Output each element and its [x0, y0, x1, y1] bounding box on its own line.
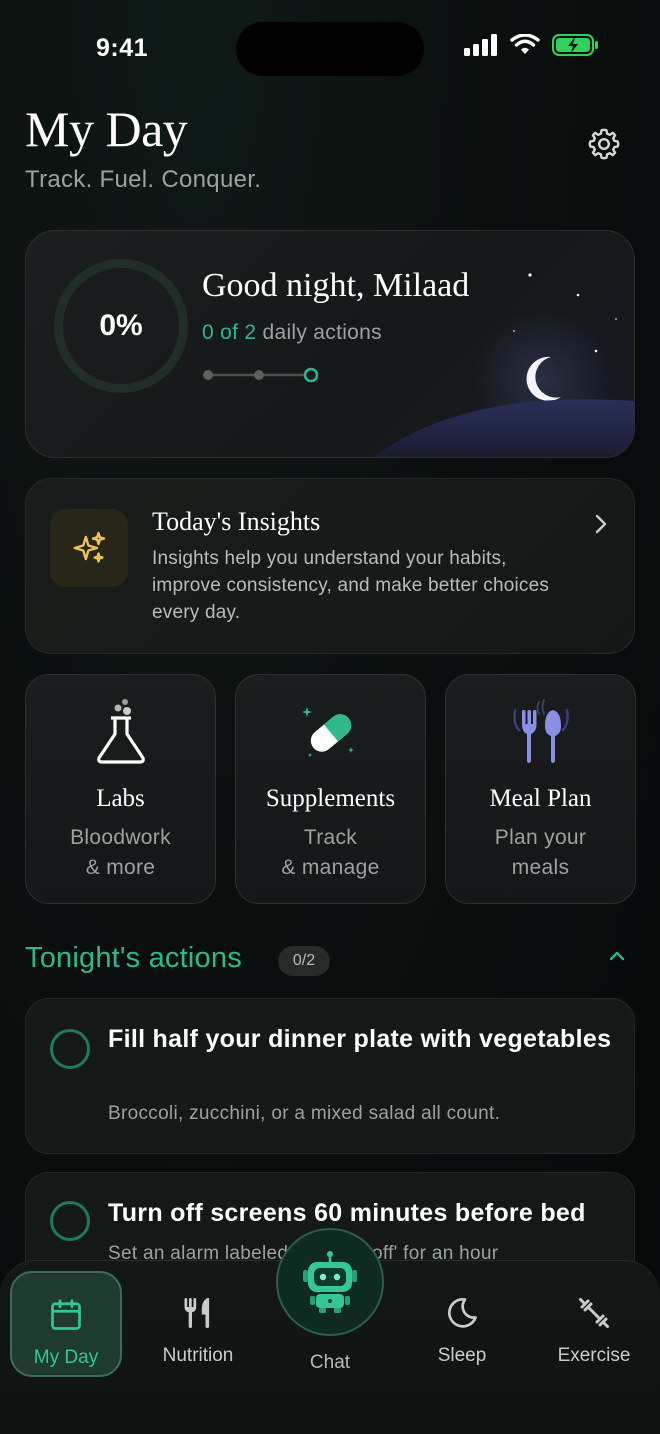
tab-label: Nutrition — [162, 1345, 234, 1366]
fork-knife-icon — [446, 695, 635, 767]
tile-subtitle-line: & more — [85, 856, 156, 879]
night-scene-illustration — [374, 273, 634, 457]
tile-subtitle: Track & manage — [236, 823, 425, 883]
step-dot — [254, 370, 264, 380]
insights-description: Insights help you understand your habits… — [152, 548, 550, 623]
tab-label: Chat — [309, 1352, 351, 1373]
step-dot — [203, 370, 213, 380]
battery-icon — [552, 34, 598, 56]
insights-card[interactable]: Today's Insights Insights help you under… — [25, 478, 635, 654]
meal-plan-tile[interactable]: Meal Plan Plan your meals — [445, 674, 636, 904]
page-subtitle: Track. Fuel. Conquer. — [25, 166, 262, 193]
moon-icon — [406, 1293, 518, 1333]
tab-chat[interactable] — [276, 1228, 384, 1336]
action-title: Turn off screens 60 minutes before bed — [108, 1199, 586, 1227]
page-title: My Day — [25, 101, 188, 157]
insights-icon-badge — [50, 509, 128, 587]
step-target — [303, 367, 319, 383]
progress-percent: 0% — [99, 309, 143, 342]
action-card[interactable]: Fill half your dinner plate with vegetab… — [25, 998, 635, 1154]
flask-icon — [26, 695, 215, 767]
tile-title: Meal Plan — [489, 785, 592, 812]
tab-sleep[interactable]: Sleep — [406, 1271, 518, 1377]
robot-icon — [303, 1251, 357, 1313]
tab-nutrition[interactable]: Nutrition — [142, 1271, 254, 1377]
tab-my-day[interactable]: My Day — [10, 1271, 122, 1377]
chevron-up-icon[interactable] — [608, 950, 626, 962]
progress-ring: 0% — [54, 259, 188, 393]
tile-title: Supplements — [265, 785, 396, 812]
tab-exercise[interactable]: Exercise — [538, 1271, 650, 1377]
progress-steps — [203, 367, 319, 383]
status-icons — [464, 34, 600, 56]
calendar-icon — [12, 1295, 120, 1335]
sparkles-icon — [73, 531, 106, 563]
settings-button[interactable] — [584, 124, 624, 164]
action-title: Fill half your dinner plate with vegetab… — [108, 1025, 612, 1053]
tab-label: My Day — [33, 1347, 99, 1368]
status-bar: 9:41 — [0, 0, 660, 96]
signal-icon — [464, 34, 497, 56]
tile-title: Labs — [96, 785, 145, 812]
labs-tile[interactable]: Labs Bloodwork & more — [25, 674, 216, 904]
section-title: Tonight's actions — [25, 942, 242, 974]
section-count-badge: 0/2 — [278, 946, 330, 976]
tile-subtitle: Bloodwork & more — [26, 823, 215, 883]
gear-icon — [588, 128, 620, 160]
tile-subtitle-line: Bloodwork — [70, 826, 171, 849]
dumbbell-icon — [538, 1293, 650, 1333]
tile-subtitle-line: Plan your — [494, 826, 587, 849]
tab-label: Sleep — [437, 1345, 487, 1366]
actions-count: 0 of 2 — [202, 321, 257, 344]
tab-label: Exercise — [557, 1345, 631, 1366]
wifi-icon — [510, 34, 540, 54]
chevron-right-icon — [595, 514, 607, 534]
dynamic-island — [236, 22, 424, 76]
status-time: 9:41 — [96, 34, 149, 62]
insights-title: Today's Insights — [152, 507, 321, 536]
supplements-tile[interactable]: Supplements Track & manage — [235, 674, 426, 904]
pill-icon — [236, 695, 425, 767]
tile-subtitle-line: meals — [511, 856, 570, 879]
tile-subtitle: Plan your meals — [446, 823, 635, 883]
tile-subtitle-line: & manage — [281, 856, 380, 879]
fork-knife-icon — [142, 1293, 254, 1333]
action-checkbox[interactable] — [50, 1029, 90, 1069]
action-description: Broccoli, zucchini, or a mixed salad all… — [108, 1103, 501, 1124]
tile-subtitle-line: Track — [303, 826, 358, 849]
greeting-card[interactable]: 0% Good night, Milaad 0 of 2 daily actio… — [25, 230, 635, 458]
action-checkbox[interactable] — [50, 1201, 90, 1241]
